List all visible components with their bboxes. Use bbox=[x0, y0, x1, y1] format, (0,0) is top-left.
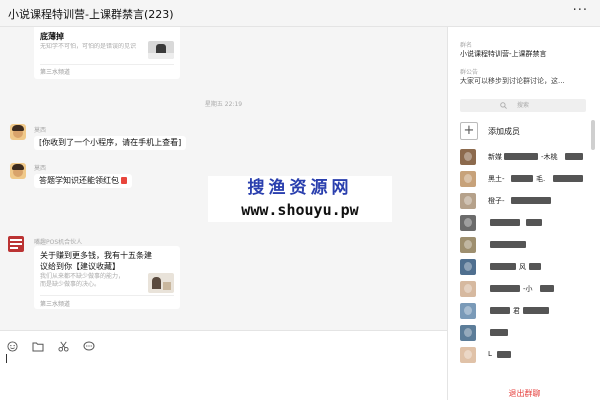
redacted-name-block bbox=[511, 197, 551, 204]
announcement-label: 群公告 bbox=[460, 69, 479, 76]
message-text: [你收到了一个小程序，请在手机上查看] bbox=[39, 138, 182, 147]
article-card-title-line2: 议给到你【建议收藏】 bbox=[40, 262, 120, 271]
sender-name: 莫西 bbox=[34, 165, 47, 172]
member-name: 橙子- bbox=[488, 197, 505, 205]
member-name: 新媒 bbox=[488, 153, 502, 161]
emoji-button[interactable] bbox=[5, 339, 19, 353]
redacted-name-block bbox=[490, 307, 510, 314]
add-member-label: 添加成员 bbox=[488, 127, 520, 136]
article-card-desc-line1: 我们从来都不缺少做事的能力， bbox=[40, 273, 125, 280]
member-list-scrollbar[interactable] bbox=[591, 120, 595, 150]
chat-title: 小说课程特训营-上课群禁言(223) bbox=[8, 8, 174, 21]
member-item[interactable] bbox=[460, 325, 586, 341]
red-packet-icon bbox=[121, 177, 127, 184]
member-item[interactable]: L bbox=[460, 347, 586, 363]
message-timestamp: 星期五 22:19 bbox=[204, 101, 243, 108]
group-name-label: 群名 bbox=[460, 42, 473, 49]
redacted-name-block bbox=[504, 153, 538, 160]
redacted-name-block bbox=[511, 175, 533, 182]
article-card-source: 第三水频道 bbox=[40, 69, 71, 76]
member-name-suffix: -小 bbox=[523, 285, 533, 293]
more-options-icon[interactable]: ··· bbox=[573, 3, 588, 18]
group-info-panel: 群名 小说课程特训营-上课群禁言 群公告 大家可以移步到讨论群讨论，这... +… bbox=[447, 27, 600, 400]
smile-icon bbox=[6, 340, 18, 352]
folder-icon bbox=[32, 342, 44, 351]
article-card-title-line1: 关于赚到更多钱，我有十五条建 bbox=[40, 251, 152, 260]
article-card-title: 底薄掉 bbox=[40, 32, 64, 41]
member-search-input[interactable] bbox=[460, 99, 586, 112]
member-avatar bbox=[460, 149, 476, 165]
member-item[interactable]: 黑土- 毛. bbox=[460, 171, 586, 187]
article-card-desc-line2: 而是缺少做事的决心。 bbox=[40, 281, 101, 288]
redacted-name-block bbox=[540, 285, 554, 292]
scissors-icon bbox=[57, 341, 69, 352]
member-avatar bbox=[460, 171, 476, 187]
sender-avatar[interactable] bbox=[8, 236, 24, 252]
member-item[interactable] bbox=[460, 237, 586, 253]
member-avatar bbox=[460, 347, 476, 363]
sender-name: 嘴趣POS机合伙人 bbox=[34, 239, 83, 246]
member-item[interactable]: 橙子- bbox=[460, 193, 586, 209]
sender-name: 莫西 bbox=[34, 127, 47, 134]
redacted-name-block bbox=[529, 263, 541, 270]
member-avatar bbox=[460, 259, 476, 275]
member-name-suffix: 风 bbox=[519, 263, 526, 271]
member-item[interactable] bbox=[460, 215, 586, 231]
sender-avatar[interactable] bbox=[10, 163, 26, 179]
article-card-source: 第三水频道 bbox=[40, 301, 71, 308]
member-avatar bbox=[460, 193, 476, 209]
member-name: L bbox=[488, 350, 492, 358]
title-bar: 小说课程特训营-上课群禁言(223) ··· bbox=[0, 0, 600, 27]
member-name-suffix: 毛. bbox=[536, 175, 546, 183]
member-avatar bbox=[460, 215, 476, 231]
message-input-area[interactable] bbox=[0, 330, 447, 400]
article-card-divider bbox=[40, 64, 174, 65]
article-card-thumbnail bbox=[148, 273, 174, 293]
redacted-name-block bbox=[553, 175, 583, 182]
message-text: 答题学知识还能领红包 bbox=[39, 176, 119, 185]
exit-group-button[interactable]: 退出群聊 bbox=[448, 388, 600, 399]
member-name-suffix: 君 bbox=[513, 307, 520, 315]
member-avatar bbox=[460, 303, 476, 319]
member-avatar bbox=[460, 281, 476, 297]
member-item[interactable]: 新媒 -木桃 bbox=[460, 149, 586, 165]
member-avatar bbox=[460, 325, 476, 341]
redacted-name-block bbox=[565, 153, 583, 160]
member-item[interactable]: 风 bbox=[460, 259, 586, 275]
article-card-2[interactable]: 关于赚到更多钱，我有十五条建 议给到你【建议收藏】 我们从来都不缺少做事的能力，… bbox=[34, 246, 180, 309]
article-card-1[interactable]: 底薄掉 无知学不可怕，可怕的是错误的见识 第三水频道 bbox=[34, 27, 180, 79]
redacted-name-block bbox=[490, 241, 526, 248]
article-card-thumbnail bbox=[148, 41, 174, 59]
speech-bubble-icon bbox=[83, 341, 95, 350]
text-caret bbox=[6, 354, 7, 363]
article-card-divider bbox=[40, 295, 174, 296]
screenshot-button[interactable] bbox=[56, 339, 70, 353]
member-name-suffix: -木桃 bbox=[541, 153, 558, 161]
watermark-overlay: 搜渔资源网 www.shouyu.pw bbox=[208, 176, 392, 222]
redacted-name-block bbox=[490, 263, 516, 270]
announcement-value[interactable]: 大家可以移步到讨论群讨论，这... bbox=[460, 76, 565, 86]
member-name: 黑土- bbox=[488, 175, 505, 183]
message-bubble[interactable]: [你收到了一个小程序，请在手机上查看] bbox=[34, 136, 187, 150]
redacted-name-block bbox=[497, 351, 511, 358]
send-file-button[interactable] bbox=[31, 339, 45, 353]
redacted-name-block bbox=[490, 219, 520, 226]
plus-icon: + bbox=[460, 122, 478, 140]
member-avatar bbox=[460, 237, 476, 253]
redacted-name-block bbox=[523, 307, 549, 314]
group-name-value[interactable]: 小说课程特训营-上课群禁言 bbox=[460, 49, 547, 59]
search-icon bbox=[500, 102, 507, 109]
article-card-desc: 无知学不可怕，可怕的是错误的见识 bbox=[40, 43, 137, 50]
chat-history-button[interactable] bbox=[82, 339, 96, 353]
member-item[interactable]: -小 bbox=[460, 281, 586, 297]
sender-avatar[interactable] bbox=[10, 124, 26, 140]
member-item[interactable]: 君 bbox=[460, 303, 586, 319]
redacted-name-block bbox=[490, 329, 508, 336]
message-bubble[interactable]: 答题学知识还能领红包 bbox=[34, 174, 132, 188]
chat-message-area[interactable]: 底薄掉 无知学不可怕，可怕的是错误的见识 第三水频道 星期五 22:19 莫西 … bbox=[0, 27, 447, 330]
redacted-name-block bbox=[490, 285, 520, 292]
watermark-url: www.shouyu.pw bbox=[241, 201, 359, 219]
redacted-name-block bbox=[526, 219, 542, 226]
watermark-title: 搜渔资源网 bbox=[247, 178, 353, 198]
